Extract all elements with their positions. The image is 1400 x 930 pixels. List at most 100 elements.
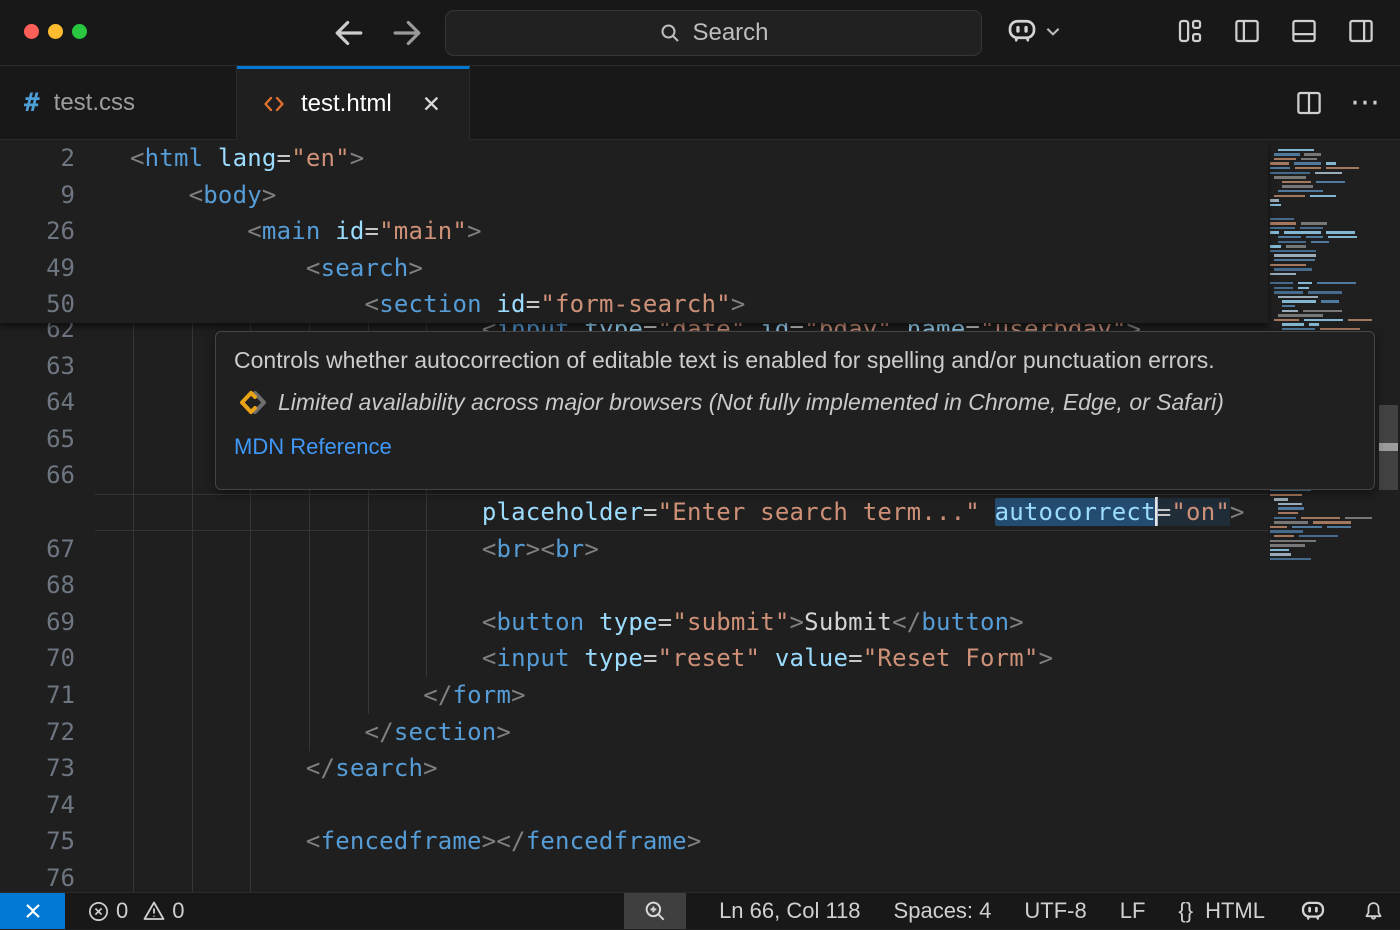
close-window-button[interactable]: [24, 24, 39, 39]
toggle-panel-button[interactable]: [1287, 14, 1321, 48]
layout-sidebar-left-icon: [1232, 16, 1262, 46]
search-placeholder: Search: [692, 19, 768, 47]
mdn-reference-link[interactable]: MDN Reference: [234, 434, 392, 460]
remote-indicator-button[interactable]: [0, 893, 65, 929]
line-number: 9: [0, 177, 75, 214]
line-number: 73: [0, 750, 75, 787]
code-line[interactable]: 72</section>: [0, 714, 1268, 751]
tab-test-css[interactable]: # test.css: [0, 66, 237, 139]
problems-status-button[interactable]: 0 0: [87, 898, 185, 924]
split-editor-button[interactable]: [1294, 88, 1324, 118]
chevron-down-icon: [1044, 22, 1062, 40]
toggle-secondary-sidebar-button[interactable]: [1344, 14, 1378, 48]
toggle-primary-sidebar-button[interactable]: [1230, 14, 1264, 48]
editor-pane[interactable]: 62<input type="date" id="bday" name="use…: [0, 140, 1400, 892]
code-line[interactable]: 74: [0, 787, 1268, 824]
arrow-right-icon: [386, 12, 428, 54]
indent-guide: [192, 384, 193, 421]
copilot-icon: [1004, 13, 1040, 49]
css-file-icon: #: [24, 88, 40, 118]
traffic-lights: [24, 24, 87, 39]
line-number: 67: [0, 531, 75, 568]
indent-guide: [192, 860, 193, 892]
line-number: 70: [0, 640, 75, 677]
line-number: 71: [0, 677, 75, 714]
tab-test-html[interactable]: test.html ✕: [237, 66, 470, 140]
minimize-window-button[interactable]: [48, 24, 63, 39]
sticky-scroll-line[interactable]: 49<search>: [0, 250, 1268, 287]
code-line[interactable]: 68: [0, 567, 1268, 604]
indent-guide: [133, 567, 134, 604]
maximize-window-button[interactable]: [72, 24, 87, 39]
indent-guide: [192, 421, 193, 458]
zoom-status-button[interactable]: [624, 893, 686, 929]
line-number: 74: [0, 787, 75, 824]
encoding-status[interactable]: UTF-8: [1024, 898, 1086, 924]
vscode-window: Search: [0, 0, 1400, 930]
copilot-menu-button[interactable]: [1004, 13, 1062, 49]
code-line[interactable]: 71</form>: [0, 677, 1268, 714]
close-tab-icon[interactable]: ✕: [418, 89, 445, 120]
code-line[interactable]: 67<br><br>: [0, 531, 1268, 568]
titlebar: Search: [0, 0, 1400, 66]
warning-icon: [142, 899, 166, 923]
layout-sidebar-right-icon: [1346, 16, 1376, 46]
code-line[interactable]: 70<input type="reset" value="Reset Form"…: [0, 640, 1268, 677]
line-number: 26: [0, 213, 75, 250]
indent-guide: [133, 457, 134, 494]
copilot-icon: [1298, 896, 1328, 926]
indent-guide: [192, 567, 193, 604]
split-editor-icon: [1294, 88, 1324, 118]
language-mode-status[interactable]: {} HTML: [1178, 898, 1265, 924]
code-line[interactable]: 73</search>: [0, 750, 1268, 787]
indent-guide: [426, 567, 427, 604]
navigate-back-button[interactable]: [328, 12, 370, 54]
customize-layout-button[interactable]: [1173, 14, 1207, 48]
more-actions-button[interactable]: ⋯: [1350, 85, 1382, 120]
cursor-position-status[interactable]: Ln 66, Col 118: [719, 898, 860, 924]
command-center-search[interactable]: Search: [445, 10, 982, 56]
line-number: 65: [0, 421, 75, 458]
indent-guide: [133, 860, 134, 892]
indent-guide: [368, 567, 369, 604]
indent-guide: [133, 348, 134, 385]
indent-guide: [250, 787, 251, 824]
line-number: 72: [0, 714, 75, 751]
bell-icon: [1361, 899, 1386, 924]
sticky-scroll-line[interactable]: 9<body>: [0, 177, 1268, 214]
navigate-forward-button[interactable]: [386, 12, 428, 54]
language-label: HTML: [1205, 898, 1265, 924]
line-number: 63: [0, 348, 75, 385]
copilot-status-button[interactable]: [1298, 896, 1328, 926]
customize-layout-icon: [1175, 16, 1205, 46]
indent-guide: [133, 421, 134, 458]
baseline-limited-availability-icon: [234, 389, 268, 416]
indentation-status[interactable]: Spaces: 4: [894, 898, 992, 924]
line-number: 49: [0, 250, 75, 287]
eol-status[interactable]: LF: [1120, 898, 1146, 924]
indent-guide: [192, 348, 193, 385]
code-line[interactable]: 75<fencedframe></fencedframe>: [0, 823, 1268, 860]
line-number: 66: [0, 457, 75, 494]
tab-label: test.html: [301, 90, 392, 118]
code-line[interactable]: 76: [0, 860, 1268, 892]
code-line[interactable]: placeholder="Enter search term..." autoc…: [0, 494, 1268, 531]
sticky-scroll-line[interactable]: 50<section id="form-search">: [0, 286, 1268, 323]
layout-panel-icon: [1289, 16, 1319, 46]
sticky-scroll-line[interactable]: 2<html lang="en">: [0, 140, 1268, 177]
search-icon: [658, 21, 682, 45]
html-file-icon: [261, 91, 287, 117]
tab-label: test.css: [54, 89, 135, 117]
indent-guide: [133, 787, 134, 824]
warning-count: 0: [172, 898, 184, 924]
braces-icon: {}: [1178, 898, 1193, 924]
arrow-left-icon: [328, 12, 370, 54]
remote-icon: [20, 898, 46, 924]
code-line[interactable]: 69<button type="submit">Submit</button>: [0, 604, 1268, 641]
error-count: 0: [116, 898, 128, 924]
indent-guide: [192, 457, 193, 494]
status-bar: 0 0 Ln 66, Col 118 Spaces: 4 UTF-8 LF {}…: [0, 892, 1400, 929]
sticky-scroll-line[interactable]: 26<main id="main">: [0, 213, 1268, 250]
notifications-bell-button[interactable]: [1361, 899, 1386, 924]
sticky-scroll[interactable]: 2<html lang="en">9<body>26<main id="main…: [0, 140, 1268, 323]
